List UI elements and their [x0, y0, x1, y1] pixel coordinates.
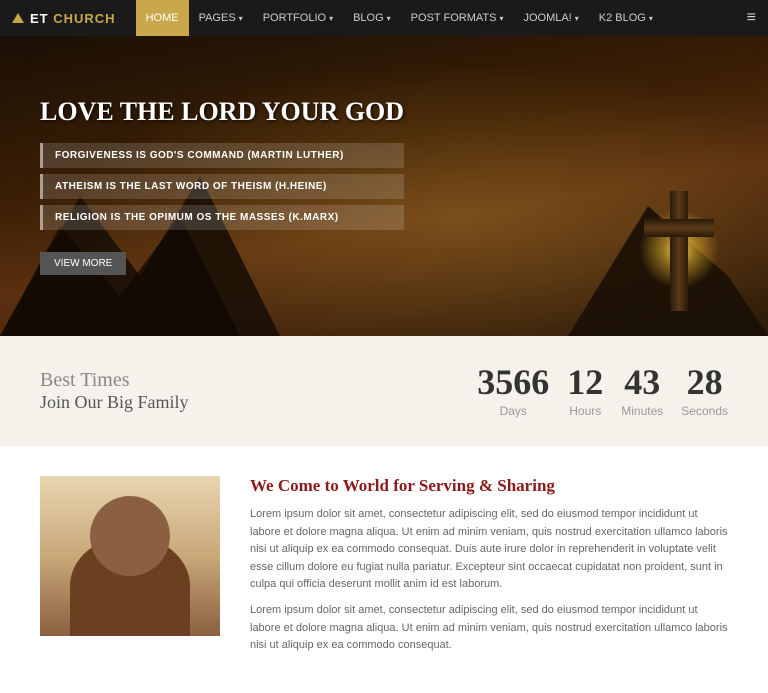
hero-quote-2: ATHEISM IS THE LAST WORD OF THEISM (H.He…: [40, 174, 404, 199]
about-paragraph-1: Lorem ipsum dolor sit amet, consectetur …: [250, 506, 728, 594]
about-content: We Come to World for Serving & Sharing L…: [250, 476, 728, 663]
person-head: [90, 496, 170, 576]
hamburger-icon[interactable]: ≡: [747, 9, 756, 27]
nav-item-home[interactable]: HOME: [136, 0, 189, 36]
navigation: ET CHURCH HOME PAGES▾ PORTFOLIO▾ BLOG▾ P…: [0, 0, 768, 36]
days-label: Days: [477, 404, 549, 418]
cross-icon: [670, 191, 688, 311]
countdown-subheading: Join Our Big Family: [40, 392, 189, 413]
hero-content: LOVE THE LORD YOUR GOD FORGIVENESS IS GO…: [0, 57, 444, 315]
view-more-button[interactable]: View More: [40, 252, 126, 275]
days-number: 3566: [477, 364, 549, 400]
nav-item-k2blog[interactable]: K2 BLOG▾: [589, 0, 663, 37]
about-heading: We Come to World for Serving & Sharing: [250, 476, 728, 496]
nav-item-blog[interactable]: BLOG▾: [343, 0, 401, 37]
hours-label: Hours: [567, 404, 603, 418]
nav-menu: HOME PAGES▾ PORTFOLIO▾ BLOG▾ POST FORMAT…: [136, 0, 663, 37]
minutes-label: Minutes: [621, 404, 663, 418]
about-section: We Come to World for Serving & Sharing L…: [0, 446, 768, 693]
about-paragraph-2: Lorem ipsum dolor sit amet, consectetur …: [250, 602, 728, 655]
hero-quote-3: RELIGION IS THE OPIMUM OS THE MASSES (K.…: [40, 205, 404, 230]
hero-quote-1: FORGIVENESS IS GOD'S COMMAND (Martin Lut…: [40, 143, 404, 168]
seconds-label: Seconds: [681, 404, 728, 418]
logo-text: ET CHURCH: [30, 11, 116, 26]
nav-item-portfolio[interactable]: PORTFOLIO▾: [253, 0, 343, 37]
logo-icon: [12, 13, 24, 23]
nav-item-pages[interactable]: PAGES▾: [189, 0, 253, 37]
countdown-minutes: 43 Minutes: [621, 364, 663, 418]
countdown-seconds: 28 Seconds: [681, 364, 728, 418]
nav-item-joomla[interactable]: JOOMLA!▾: [513, 0, 588, 37]
cross-horizontal: [644, 219, 714, 237]
site-logo[interactable]: ET CHURCH: [12, 11, 116, 26]
countdown-hours: 12 Hours: [567, 364, 603, 418]
countdown-numbers: 3566 Days 12 Hours 43 Minutes 28 Seconds: [477, 364, 728, 418]
countdown-section: Best Times Join Our Big Family 3566 Days…: [0, 336, 768, 446]
about-image: [40, 476, 220, 636]
countdown-heading: Best Times: [40, 369, 189, 392]
seconds-number: 28: [681, 364, 728, 400]
countdown-text: Best Times Join Our Big Family: [40, 369, 189, 413]
minutes-number: 43: [621, 364, 663, 400]
cross-vertical: [670, 191, 688, 311]
hero-title: LOVE THE LORD YOUR GOD: [40, 97, 404, 127]
cross-image: [670, 191, 688, 316]
hours-number: 12: [567, 364, 603, 400]
nav-item-post-formats[interactable]: POST FORMATS▾: [401, 0, 514, 37]
hero-section: LOVE THE LORD YOUR GOD FORGIVENESS IS GO…: [0, 36, 768, 336]
countdown-days: 3566 Days: [477, 364, 549, 418]
